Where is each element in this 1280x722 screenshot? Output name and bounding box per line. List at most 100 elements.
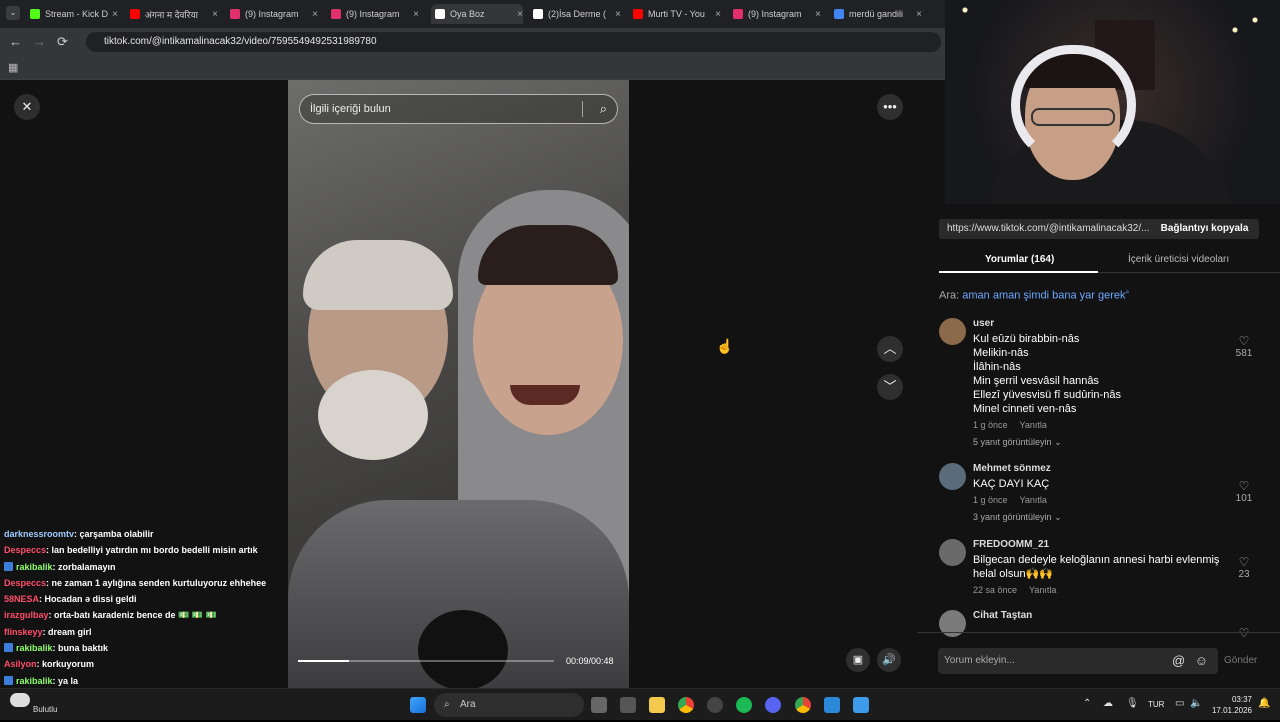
subscriber-badge-icon: [4, 675, 13, 685]
mention-icon[interactable]: @: [1172, 653, 1185, 668]
search-suggestion[interactable]: Ara: aman aman şimdi bana yar gerek⌕: [939, 289, 1129, 302]
tray-chevron-icon[interactable]: ⌃: [1083, 698, 1091, 709]
heart-icon[interactable]: ♡: [1229, 555, 1259, 569]
tab-close-icon[interactable]: ×: [615, 9, 621, 20]
browser-tab[interactable]: merdü gandili ×: [834, 4, 922, 24]
chat-username[interactable]: rakibalik: [16, 676, 53, 686]
floating-player-icon[interactable]: ▣: [846, 648, 870, 672]
chrome-icon-2[interactable]: [795, 697, 811, 713]
send-button[interactable]: Gönder: [1224, 655, 1257, 666]
tab-close-icon[interactable]: ×: [916, 9, 922, 20]
related-search-input[interactable]: İlgili içeriği bulun ⌕: [299, 94, 618, 124]
chrome-icon[interactable]: [678, 697, 694, 713]
tab-close-icon[interactable]: ×: [413, 9, 419, 20]
tab-close-icon[interactable]: ×: [112, 9, 118, 20]
volume-icon[interactable]: 🔊: [877, 648, 901, 672]
view-replies-button[interactable]: 5 yanıt görüntüleyin ⌄: [973, 437, 1062, 448]
view-replies-button[interactable]: 3 yanıt görüntüleyin ⌄: [973, 512, 1062, 523]
chat-username[interactable]: rakibalik: [16, 643, 53, 653]
comment-username[interactable]: FREDOOMM_21: [973, 539, 1049, 550]
volume-tray-icon[interactable]: 🔈: [1190, 698, 1202, 709]
add-comment-input[interactable]: Yorum ekleyin...: [938, 648, 1162, 674]
comment-username[interactable]: user: [973, 318, 994, 329]
task-view-icon[interactable]: [591, 697, 607, 713]
language-indicator[interactable]: TUR: [1148, 700, 1164, 709]
tab-favicon-icon: [331, 9, 341, 19]
weather-icon[interactable]: [10, 693, 30, 707]
add-comment-placeholder: Yorum ekleyin...: [944, 655, 1015, 666]
apps-grid-icon[interactable]: ▦: [8, 61, 18, 74]
video-player[interactable]: [288, 80, 629, 688]
search-icon[interactable]: ⌕: [600, 95, 607, 123]
mic-icon[interactable]: 🎙: [1126, 698, 1139, 709]
comment-like[interactable]: ♡ 101: [1229, 479, 1259, 504]
app-icon-blue[interactable]: [824, 697, 840, 713]
browser-tab[interactable]: (2)İsa Derme (×: [533, 4, 621, 24]
reply-button[interactable]: Yanıtla: [1020, 420, 1047, 430]
browser-tab[interactable]: Oya Boz ×: [431, 4, 523, 24]
back-arrow-icon[interactable]: ←: [9, 34, 22, 49]
taskbar-search[interactable]: ⌕ Ara: [434, 693, 584, 717]
reply-button[interactable]: Yanıtla: [1020, 495, 1047, 505]
tab-close-icon[interactable]: ×: [517, 9, 523, 20]
heart-icon[interactable]: ♡: [1229, 479, 1259, 493]
video-progress-bar[interactable]: [298, 660, 554, 662]
browser-tab[interactable]: (9) Instagram ×: [733, 4, 821, 24]
clock-time: 03:37: [1231, 695, 1252, 704]
browser-tab[interactable]: (9) Instagram ×: [331, 4, 419, 24]
comment-username[interactable]: Mehmet sönmez: [973, 463, 1051, 474]
search-query-link[interactable]: aman aman şimdi bana yar gerek: [962, 290, 1125, 302]
close-icon[interactable]: ✕: [14, 94, 40, 120]
avatar[interactable]: [939, 318, 966, 345]
chat-username[interactable]: Despeccs: [4, 545, 46, 555]
chat-username[interactable]: Despeccs: [4, 578, 46, 588]
comment-like[interactable]: ♡: [1229, 626, 1259, 640]
more-options-icon[interactable]: •••: [877, 94, 903, 120]
windows-start-icon[interactable]: [410, 697, 426, 713]
comment-meta: 1 g önce Yanıtla: [973, 420, 1059, 430]
spotify-icon[interactable]: [736, 697, 752, 713]
browser-tab[interactable]: (9) Instagram ×: [230, 4, 318, 24]
tab-favicon-icon: [533, 9, 543, 19]
tab-close-icon[interactable]: ×: [212, 9, 218, 20]
chat-username[interactable]: rakibalik: [16, 562, 53, 572]
chat-username[interactable]: 58NESA: [4, 594, 39, 604]
emoji-icon[interactable]: ☺: [1195, 653, 1208, 668]
chat-username[interactable]: irazgulbay: [4, 610, 49, 620]
reply-button[interactable]: Yanıtla: [1029, 585, 1056, 595]
file-explorer-icon[interactable]: [649, 697, 665, 713]
tab-close-icon[interactable]: ×: [715, 9, 721, 20]
display-icon[interactable]: ▭: [1175, 698, 1184, 709]
chevron-down-icon[interactable]: ﹀: [877, 374, 903, 400]
heart-icon[interactable]: ♡: [1229, 626, 1259, 640]
browser-tab[interactable]: Murti TV - You ×: [633, 4, 721, 24]
system-clock[interactable]: 03:37 17.01.2026: [1212, 694, 1252, 716]
chevron-up-icon[interactable]: ︿: [877, 336, 903, 362]
reload-icon[interactable]: ⟳: [57, 34, 68, 50]
notification-icon[interactable]: 🔔: [1258, 698, 1270, 709]
tab-search-button[interactable]: ⌄: [6, 6, 20, 20]
avatar[interactable]: [939, 539, 966, 566]
comment-username[interactable]: Cihat Taştan: [973, 610, 1032, 621]
chat-username[interactable]: darknessroomtv: [4, 529, 74, 539]
obs-icon[interactable]: [707, 697, 723, 713]
store-icon[interactable]: [620, 697, 636, 713]
browser-tab[interactable]: अंगना म देवरिया ×: [130, 4, 218, 24]
network-icon[interactable]: ☁: [1103, 698, 1113, 709]
forward-arrow-icon[interactable]: →: [33, 34, 46, 49]
comment-like[interactable]: ♡ 23: [1229, 555, 1259, 580]
chat-username[interactable]: flinskeyy: [4, 627, 43, 637]
tab-creator-videos[interactable]: İçerik üreticisi videoları: [1128, 254, 1229, 265]
heart-icon[interactable]: ♡: [1229, 334, 1259, 348]
tab-close-icon[interactable]: ×: [815, 9, 821, 20]
tab-close-icon[interactable]: ×: [312, 9, 318, 20]
avatar[interactable]: [939, 463, 966, 490]
browser-tab[interactable]: Stream - Kick D ×: [30, 4, 118, 24]
copy-link-button[interactable]: Bağlantıyı kopyala: [1150, 219, 1259, 239]
tab-comments[interactable]: Yorumlar (164): [985, 254, 1054, 265]
discord-icon[interactable]: [765, 697, 781, 713]
notepad-icon[interactable]: [853, 697, 869, 713]
chat-username[interactable]: Asilyon: [4, 659, 37, 669]
comment-like[interactable]: ♡ 581: [1229, 334, 1259, 359]
address-bar[interactable]: tiktok.com/@intikamalinacak32/video/7595…: [86, 32, 941, 52]
